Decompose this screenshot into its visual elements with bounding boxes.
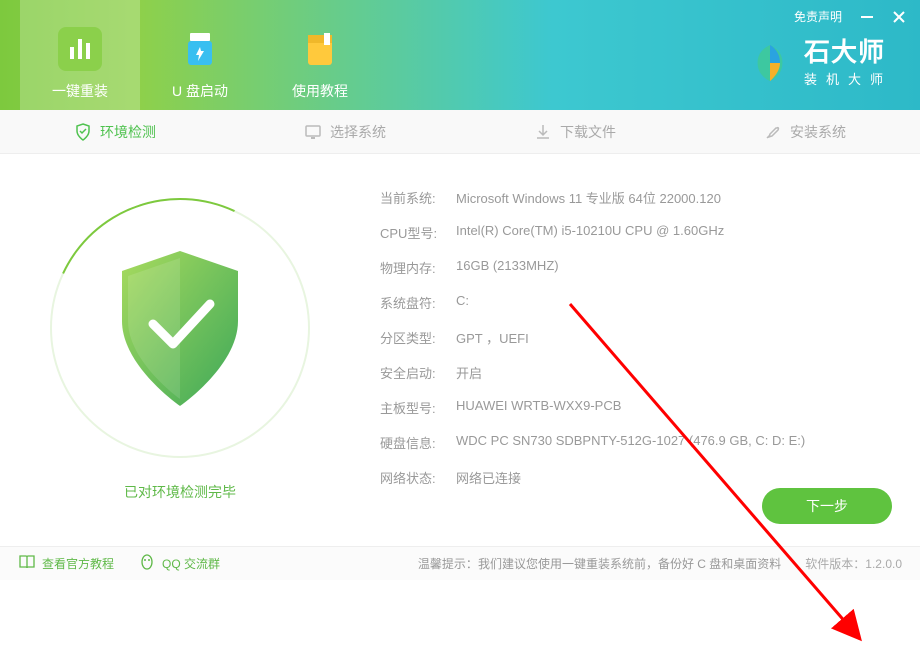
brand: 石大师 装机大师 <box>748 38 892 88</box>
info-value: HUAWEI WRTB-WXX9-PCB <box>456 398 621 417</box>
step-label: 下载文件 <box>560 122 616 142</box>
info-row: 分区类型:GPT ，UEFI <box>380 328 900 347</box>
nav-tab-usb[interactable]: U 盘启动 <box>140 0 260 110</box>
info-value: GPT ，UEFI <box>456 328 529 347</box>
info-row: 当前系统:Microsoft Windows 11 专业版 64位 22000.… <box>380 188 900 207</box>
info-value: 网络已连接 <box>456 468 521 487</box>
next-button[interactable]: 下一步 <box>762 488 892 524</box>
nav-tab-reinstall[interactable]: 一键重装 <box>20 0 140 110</box>
info-label: 硬盘信息: <box>380 433 456 452</box>
wrench-icon <box>764 123 782 141</box>
info-row: 网络状态:网络已连接 <box>380 468 900 487</box>
info-value: Microsoft Windows 11 专业版 64位 22000.120 <box>456 188 721 207</box>
shield-icon <box>74 123 92 141</box>
footer-link-label: 查看官方教程 <box>42 555 114 572</box>
info-label: 物理内存: <box>380 258 456 277</box>
step-install[interactable]: 安装系统 <box>690 110 920 153</box>
window-controls: 免责声明 <box>794 8 906 25</box>
nav-tab-tutorial[interactable]: 使用教程 <box>260 0 380 110</box>
nav-tab-label: 使用教程 <box>292 81 348 101</box>
footer: 查看官方教程 QQ 交流群 温馨提示：我们建议您使用一键重装系统前，备份好 C … <box>0 546 920 580</box>
detection-status: 已对环境检测完毕 <box>124 482 236 502</box>
info-label: 分区类型: <box>380 328 456 347</box>
brand-subtitle: 装机大师 <box>804 69 892 88</box>
detection-panel: 已对环境检测完毕 <box>0 154 360 546</box>
step-download[interactable]: 下载文件 <box>460 110 690 153</box>
progress-ring <box>50 198 310 458</box>
close-button[interactable] <box>892 10 906 24</box>
info-row: 系统盘符:C: <box>380 293 900 312</box>
nav-tab-label: U 盘启动 <box>172 81 228 101</box>
main-content: 已对环境检测完毕 当前系统:Microsoft Windows 11 专业版 6… <box>0 154 920 546</box>
info-label: 系统盘符: <box>380 293 456 312</box>
next-button-label: 下一步 <box>806 496 848 516</box>
book-open-icon <box>18 553 36 574</box>
app-header: 一键重装 U 盘启动 使用教程 免责声明 石大师 装机大师 <box>0 0 920 110</box>
info-row: 硬盘信息:WDC PC SN730 SDBPNTY-512G-1027 (476… <box>380 433 900 452</box>
book-icon <box>298 27 342 71</box>
main-nav: 一键重装 U 盘启动 使用教程 <box>20 0 380 110</box>
qq-icon <box>138 553 156 574</box>
info-value: 16GB (2133MHZ) <box>456 258 559 277</box>
info-label: 安全启动: <box>380 363 456 382</box>
steps-bar: 环境检测 选择系统 下载文件 安装系统 <box>0 110 920 154</box>
brand-logo-icon <box>748 41 792 85</box>
disclaimer-link[interactable]: 免责声明 <box>794 8 842 25</box>
info-label: CPU型号: <box>380 223 456 242</box>
step-label: 选择系统 <box>330 122 386 142</box>
footer-version: 软件版本：1.2.0.0 <box>805 555 902 572</box>
step-label: 环境检测 <box>100 122 156 142</box>
info-value: WDC PC SN730 SDBPNTY-512G-1027 (476.9 GB… <box>456 433 805 452</box>
footer-qq-link[interactable]: QQ 交流群 <box>138 553 220 574</box>
monitor-icon <box>304 123 322 141</box>
info-value: Intel(R) Core(TM) i5-10210U CPU @ 1.60GH… <box>456 223 724 242</box>
nav-tab-label: 一键重装 <box>52 81 108 101</box>
shield-check-icon <box>108 246 253 411</box>
chart-icon <box>58 27 102 71</box>
brand-title: 石大师 <box>804 38 892 67</box>
usb-icon <box>178 27 222 71</box>
info-row: CPU型号:Intel(R) Core(TM) i5-10210U CPU @ … <box>380 223 900 242</box>
footer-tip: 温馨提示：我们建议您使用一键重装系统前，备份好 C 盘和桌面资料 <box>418 555 781 572</box>
step-select-system[interactable]: 选择系统 <box>230 110 460 153</box>
minimize-button[interactable] <box>860 10 874 24</box>
step-label: 安装系统 <box>790 122 846 142</box>
info-row: 物理内存:16GB (2133MHZ) <box>380 258 900 277</box>
info-value: C: <box>456 293 469 312</box>
info-label: 当前系统: <box>380 188 456 207</box>
footer-tutorial-link[interactable]: 查看官方教程 <box>18 553 114 574</box>
info-row: 主板型号:HUAWEI WRTB-WXX9-PCB <box>380 398 900 417</box>
download-icon <box>534 123 552 141</box>
info-label: 主板型号: <box>380 398 456 417</box>
step-env-check[interactable]: 环境检测 <box>0 110 230 153</box>
info-row: 安全启动:开启 <box>380 363 900 382</box>
footer-link-label: QQ 交流群 <box>162 555 220 572</box>
info-label: 网络状态: <box>380 468 456 487</box>
info-value: 开启 <box>456 363 482 382</box>
